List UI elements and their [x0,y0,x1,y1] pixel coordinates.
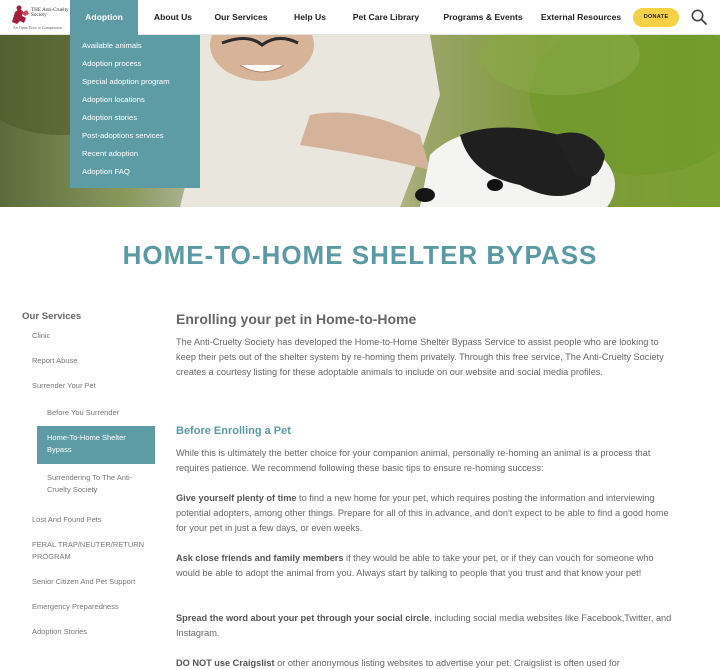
tip-bold: DO NOT use Craigslist [176,658,275,668]
dropdown-item-post-adoption[interactable]: Post-adoptions services [70,127,200,145]
nav-external-resources[interactable]: External Resources [536,0,626,35]
tip-paragraph: Ask close friends and family members if … [176,551,680,581]
sidebar-item-home-to-home[interactable]: Home-To-Home Shelter Bypass [37,426,155,464]
dropdown-item-adoption-process[interactable]: Adoption process [70,55,200,73]
page-title: HOME-TO-HOME SHELTER BYPASS [122,240,598,270]
logo-name: THE Anti-Cruelty Society [31,7,69,19]
dropdown-item-special-adoption[interactable]: Special adoption program [70,73,200,91]
sidebar-item-emergency[interactable]: Emergency Preparedness [32,601,119,613]
subsection-heading: Before Enrolling a Pet [176,425,291,437]
sidebar-item-lost-found[interactable]: Lost And Found Pets [32,514,102,526]
sidebar-item-adoption-stories[interactable]: Adoption Stories [32,626,87,638]
nav-programs-events[interactable]: Programs & Events [438,0,528,35]
tip-bold: Spread the word about your pet through y… [176,613,430,623]
nav-pet-care-library[interactable]: Pet Care Library [346,0,426,35]
sidebar-item-feral-tnr[interactable]: FERAL TRAP/NEUTER/RETURN PROGRAM [32,539,156,563]
nav-our-services[interactable]: Our Services [208,0,274,35]
tip-paragraph: DO NOT use Craigslist or other anonymous… [176,656,680,669]
sidebar-item-clinic[interactable]: Clinic [32,330,50,342]
search-icon[interactable] [690,8,708,26]
section-heading: Enrolling your pet in Home-to-Home [176,311,417,327]
adoption-dropdown: Available animals Adoption process Speci… [70,35,200,188]
dropdown-item-available-animals[interactable]: Available animals [70,37,200,55]
donate-button[interactable]: DONATE [633,8,679,27]
nav-about-us[interactable]: About Us [147,0,199,35]
sidebar-item-report-abuse[interactable]: Report Abuse [32,355,77,367]
tip-paragraph: Give yourself plenty of time to find a n… [176,491,680,536]
tip-text: or other anonymous listing websites to a… [274,658,620,668]
tip-bold: Ask close friends and family members [176,553,344,563]
sidebar-item-before-you-surrender[interactable]: Before You Surrender [47,407,119,419]
nav-adoption[interactable]: Adoption [70,0,138,35]
intro-paragraph: The Anti-Cruelty Society has developed t… [176,337,664,377]
nav-help-us[interactable]: Help Us [287,0,333,35]
logo-icon [12,5,29,24]
site-header: THE Anti-Cruelty Society An Open Door to… [0,0,720,35]
tip-bold: Give yourself plenty of time [176,493,297,503]
dropdown-item-adoption-faq[interactable]: Adoption FAQ [70,163,200,181]
tip-paragraph: Spread the word about your pet through y… [176,611,680,641]
dropdown-item-adoption-stories[interactable]: Adoption stories [70,109,200,127]
lead-paragraph: While this is ultimately the better choi… [176,448,651,473]
sidebar-item-surrendering-to-society[interactable]: Surrendering To The Anti-Cruelty Society [47,472,151,496]
sidebar-item-surrender-your-pet[interactable]: Surrender Your Pet [32,380,96,392]
sidebar-heading: Our Services [22,311,82,322]
dropdown-item-recent-adoption[interactable]: Recent adoption [70,145,200,163]
dropdown-item-adoption-locations[interactable]: Adoption locations [70,91,200,109]
site-logo[interactable]: THE Anti-Cruelty Society An Open Door to… [5,2,69,33]
logo-tagline: An Open Door to Compassion [13,25,62,30]
sidebar-item-senior-citizen[interactable]: Senior Citizen And Pet Support [32,576,135,588]
